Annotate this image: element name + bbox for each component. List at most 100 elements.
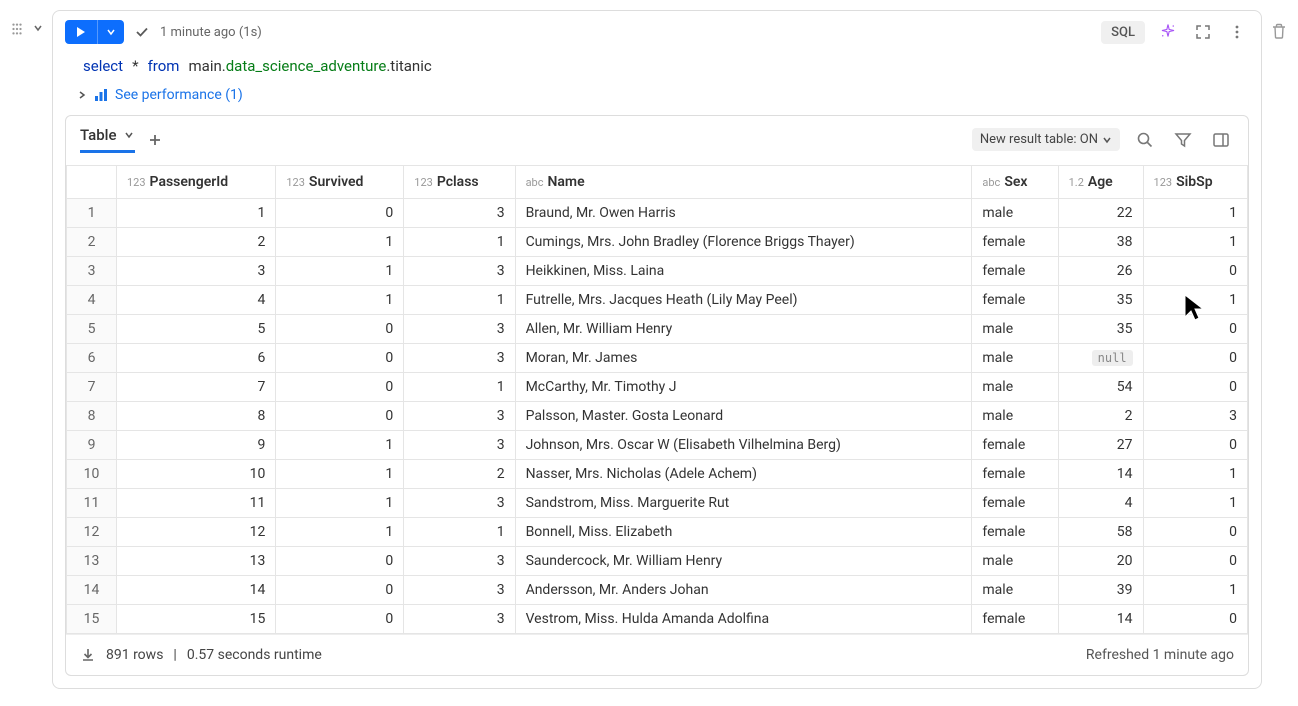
table-cell[interactable]: 3: [404, 199, 515, 228]
table-cell[interactable]: 27: [1058, 431, 1143, 460]
table-row[interactable]: 1103Braund, Mr. Owen Harrismale221: [67, 199, 1248, 228]
search-icon[interactable]: [1132, 127, 1158, 153]
filter-icon[interactable]: [1170, 127, 1196, 153]
sidebar-toggle-icon[interactable]: [1208, 127, 1234, 153]
table-row[interactable]: 141403Andersson, Mr. Anders Johanmale391: [67, 576, 1248, 605]
table-cell[interactable]: 1: [1143, 228, 1247, 257]
table-row[interactable]: 121211Bonnell, Miss. Elizabethfemale580: [67, 518, 1248, 547]
table-cell[interactable]: Heikkinen, Miss. Laina: [515, 257, 972, 286]
table-cell[interactable]: null: [1058, 344, 1143, 373]
table-cell[interactable]: 1: [1143, 489, 1247, 518]
table-cell[interactable]: 0: [276, 344, 404, 373]
table-cell[interactable]: 0: [276, 373, 404, 402]
table-cell[interactable]: 14: [1058, 460, 1143, 489]
table-cell[interactable]: 0: [1143, 518, 1247, 547]
row-number-cell[interactable]: 5: [67, 315, 117, 344]
row-number-cell[interactable]: 13: [67, 547, 117, 576]
table-cell[interactable]: 1: [1143, 460, 1247, 489]
table-cell[interactable]: 22: [1058, 199, 1143, 228]
row-number-cell[interactable]: 4: [67, 286, 117, 315]
column-header[interactable]: abcName: [515, 166, 972, 199]
table-cell[interactable]: 3: [404, 489, 515, 518]
table-cell[interactable]: Palsson, Master. Gosta Leonard: [515, 402, 972, 431]
table-row[interactable]: 6603Moran, Mr. Jamesmalenull0: [67, 344, 1248, 373]
table-cell[interactable]: 7: [117, 373, 276, 402]
table-row[interactable]: 4411Futrelle, Mrs. Jacques Heath (Lily M…: [67, 286, 1248, 315]
download-icon[interactable]: [80, 647, 96, 663]
column-header[interactable]: abcSex: [972, 166, 1058, 199]
table-cell[interactable]: Vestrom, Miss. Hulda Amanda Adolfina: [515, 605, 972, 634]
table-cell[interactable]: 0: [1143, 344, 1247, 373]
table-row[interactable]: 151503Vestrom, Miss. Hulda Amanda Adolfi…: [67, 605, 1248, 634]
table-row[interactable]: 131303Saundercock, Mr. William Henrymale…: [67, 547, 1248, 576]
table-cell[interactable]: 5: [117, 315, 276, 344]
table-cell[interactable]: female: [972, 460, 1058, 489]
table-cell[interactable]: 3: [404, 257, 515, 286]
table-cell[interactable]: 0: [1143, 315, 1247, 344]
table-cell[interactable]: 3: [117, 257, 276, 286]
table-cell[interactable]: 1: [276, 286, 404, 315]
table-row[interactable]: 7701McCarthy, Mr. Timothy Jmale540: [67, 373, 1248, 402]
table-cell[interactable]: 0: [1143, 257, 1247, 286]
row-number-cell[interactable]: 7: [67, 373, 117, 402]
table-cell[interactable]: male: [972, 344, 1058, 373]
table-cell[interactable]: 0: [276, 605, 404, 634]
table-cell[interactable]: McCarthy, Mr. Timothy J: [515, 373, 972, 402]
table-cell[interactable]: Allen, Mr. William Henry: [515, 315, 972, 344]
table-cell[interactable]: 4: [1058, 489, 1143, 518]
table-row[interactable]: 3313Heikkinen, Miss. Lainafemale260: [67, 257, 1248, 286]
table-cell[interactable]: Johnson, Mrs. Oscar W (Elisabeth Vilhelm…: [515, 431, 972, 460]
table-cell[interactable]: Nasser, Mrs. Nicholas (Adele Achem): [515, 460, 972, 489]
table-cell[interactable]: 1: [276, 257, 404, 286]
table-cell[interactable]: 3: [404, 547, 515, 576]
table-cell[interactable]: 38: [1058, 228, 1143, 257]
table-cell[interactable]: 1: [276, 518, 404, 547]
table-cell[interactable]: Futrelle, Mrs. Jacques Heath (Lily May P…: [515, 286, 972, 315]
table-cell[interactable]: 0: [276, 547, 404, 576]
table-cell[interactable]: 15: [117, 605, 276, 634]
column-header[interactable]: 123Pclass: [404, 166, 515, 199]
table-cell[interactable]: Andersson, Mr. Anders Johan: [515, 576, 972, 605]
code-editor[interactable]: select * from main.data_science_adventur…: [53, 53, 1261, 83]
table-cell[interactable]: 39: [1058, 576, 1143, 605]
language-badge[interactable]: SQL: [1101, 21, 1145, 44]
row-number-cell[interactable]: 15: [67, 605, 117, 634]
table-cell[interactable]: 3: [1143, 402, 1247, 431]
table-cell[interactable]: male: [972, 373, 1058, 402]
table-cell[interactable]: 6: [117, 344, 276, 373]
table-cell[interactable]: female: [972, 431, 1058, 460]
table-cell[interactable]: 1: [276, 460, 404, 489]
table-cell[interactable]: 1: [117, 199, 276, 228]
row-number-cell[interactable]: 2: [67, 228, 117, 257]
row-number-cell[interactable]: 10: [67, 460, 117, 489]
drag-handle-icon[interactable]: [10, 10, 24, 36]
run-button[interactable]: [65, 20, 98, 44]
table-cell[interactable]: male: [972, 576, 1058, 605]
column-header[interactable]: 123Survived: [276, 166, 404, 199]
column-header[interactable]: 123SibSp: [1143, 166, 1247, 199]
table-cell[interactable]: 11: [117, 489, 276, 518]
table-row[interactable]: 111113Sandstrom, Miss. Marguerite Rutfem…: [67, 489, 1248, 518]
table-cell[interactable]: 58: [1058, 518, 1143, 547]
row-number-cell[interactable]: 1: [67, 199, 117, 228]
row-number-cell[interactable]: 12: [67, 518, 117, 547]
row-number-header[interactable]: [67, 166, 117, 199]
table-cell[interactable]: 35: [1058, 315, 1143, 344]
table-cell[interactable]: female: [972, 605, 1058, 634]
table-cell[interactable]: female: [972, 228, 1058, 257]
table-row[interactable]: 8803Palsson, Master. Gosta Leonardmale23: [67, 402, 1248, 431]
table-cell[interactable]: 10: [117, 460, 276, 489]
table-cell[interactable]: 20: [1058, 547, 1143, 576]
table-cell[interactable]: 12: [117, 518, 276, 547]
table-cell[interactable]: 14: [1058, 605, 1143, 634]
row-number-cell[interactable]: 11: [67, 489, 117, 518]
column-header[interactable]: 123PassengerId: [117, 166, 276, 199]
table-cell[interactable]: male: [972, 547, 1058, 576]
table-cell[interactable]: Cumings, Mrs. John Bradley (Florence Bri…: [515, 228, 972, 257]
table-cell[interactable]: 0: [276, 576, 404, 605]
table-cell[interactable]: Sandstrom, Miss. Marguerite Rut: [515, 489, 972, 518]
more-menu-icon[interactable]: [1225, 20, 1249, 44]
table-cell[interactable]: male: [972, 199, 1058, 228]
table-cell[interactable]: 14: [117, 576, 276, 605]
table-row[interactable]: 2211Cumings, Mrs. John Bradley (Florence…: [67, 228, 1248, 257]
